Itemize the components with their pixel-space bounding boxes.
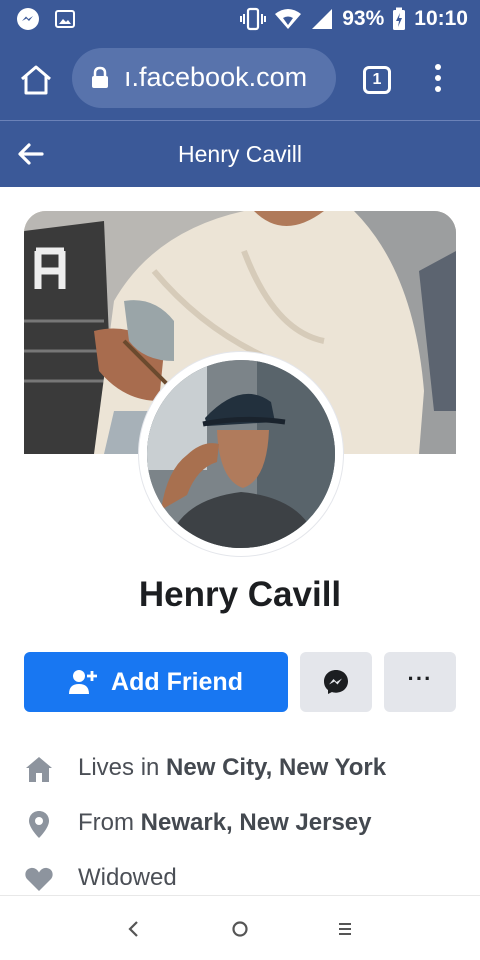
recents-nav-icon[interactable] <box>330 914 360 944</box>
back-nav-icon[interactable] <box>119 914 149 944</box>
info-text: Widowed <box>78 864 177 892</box>
gallery-notification-icon <box>55 10 75 28</box>
page-header: Henry Cavill <box>0 120 480 187</box>
avatar <box>147 360 335 548</box>
info-value: New City, New York <box>166 754 387 781</box>
url-text: ı.facebook.com <box>124 62 308 92</box>
add-friend-icon <box>69 670 98 694</box>
battery-charging-icon <box>393 7 406 30</box>
clock: 10:10 <box>414 7 468 30</box>
messenger-notification-icon <box>17 8 39 30</box>
info-row-relationship: Widowed <box>24 860 464 900</box>
message-button[interactable] <box>300 652 372 712</box>
heart-icon <box>25 867 53 891</box>
vibrate-icon <box>240 7 267 31</box>
more-options-label: ··· <box>407 666 433 691</box>
tab-switcher-button[interactable]: 1 <box>363 66 391 94</box>
info-value: Widowed <box>78 864 177 891</box>
info-row-lives-in: Lives in New City, New York <box>24 750 464 790</box>
home-nav-icon[interactable] <box>225 914 255 944</box>
messenger-icon <box>324 670 348 694</box>
more-options-button[interactable]: ··· <box>384 652 456 712</box>
wifi-icon <box>275 9 302 29</box>
browser-toolbar: ı.facebook.com 1 <box>0 38 480 120</box>
profile-name: Henry Cavill <box>138 575 342 614</box>
profile-picture[interactable] <box>139 352 343 556</box>
location-pin-icon <box>29 811 49 838</box>
home-icon[interactable] <box>18 62 54 98</box>
overflow-menu-icon[interactable] <box>430 64 446 96</box>
info-value: Newark, New Jersey <box>140 809 372 836</box>
info-text: From Newark, New Jersey <box>78 809 372 836</box>
page-title: Henry Cavill <box>178 141 302 167</box>
home-icon <box>26 757 52 782</box>
add-friend-label: Add Friend <box>111 667 243 696</box>
system-nav-bar <box>0 895 480 960</box>
info-row-from: From Newark, New Jersey <box>24 805 464 845</box>
add-friend-button[interactable]: Add Friend <box>24 652 288 712</box>
address-bar[interactable]: ı.facebook.com <box>72 48 336 108</box>
status-bar: 93% 10:10 <box>0 0 480 38</box>
lock-icon <box>92 66 108 88</box>
info-text: Lives in New City, New York <box>78 754 387 781</box>
battery-percent: 93% <box>342 7 385 30</box>
signal-icon <box>312 9 333 29</box>
